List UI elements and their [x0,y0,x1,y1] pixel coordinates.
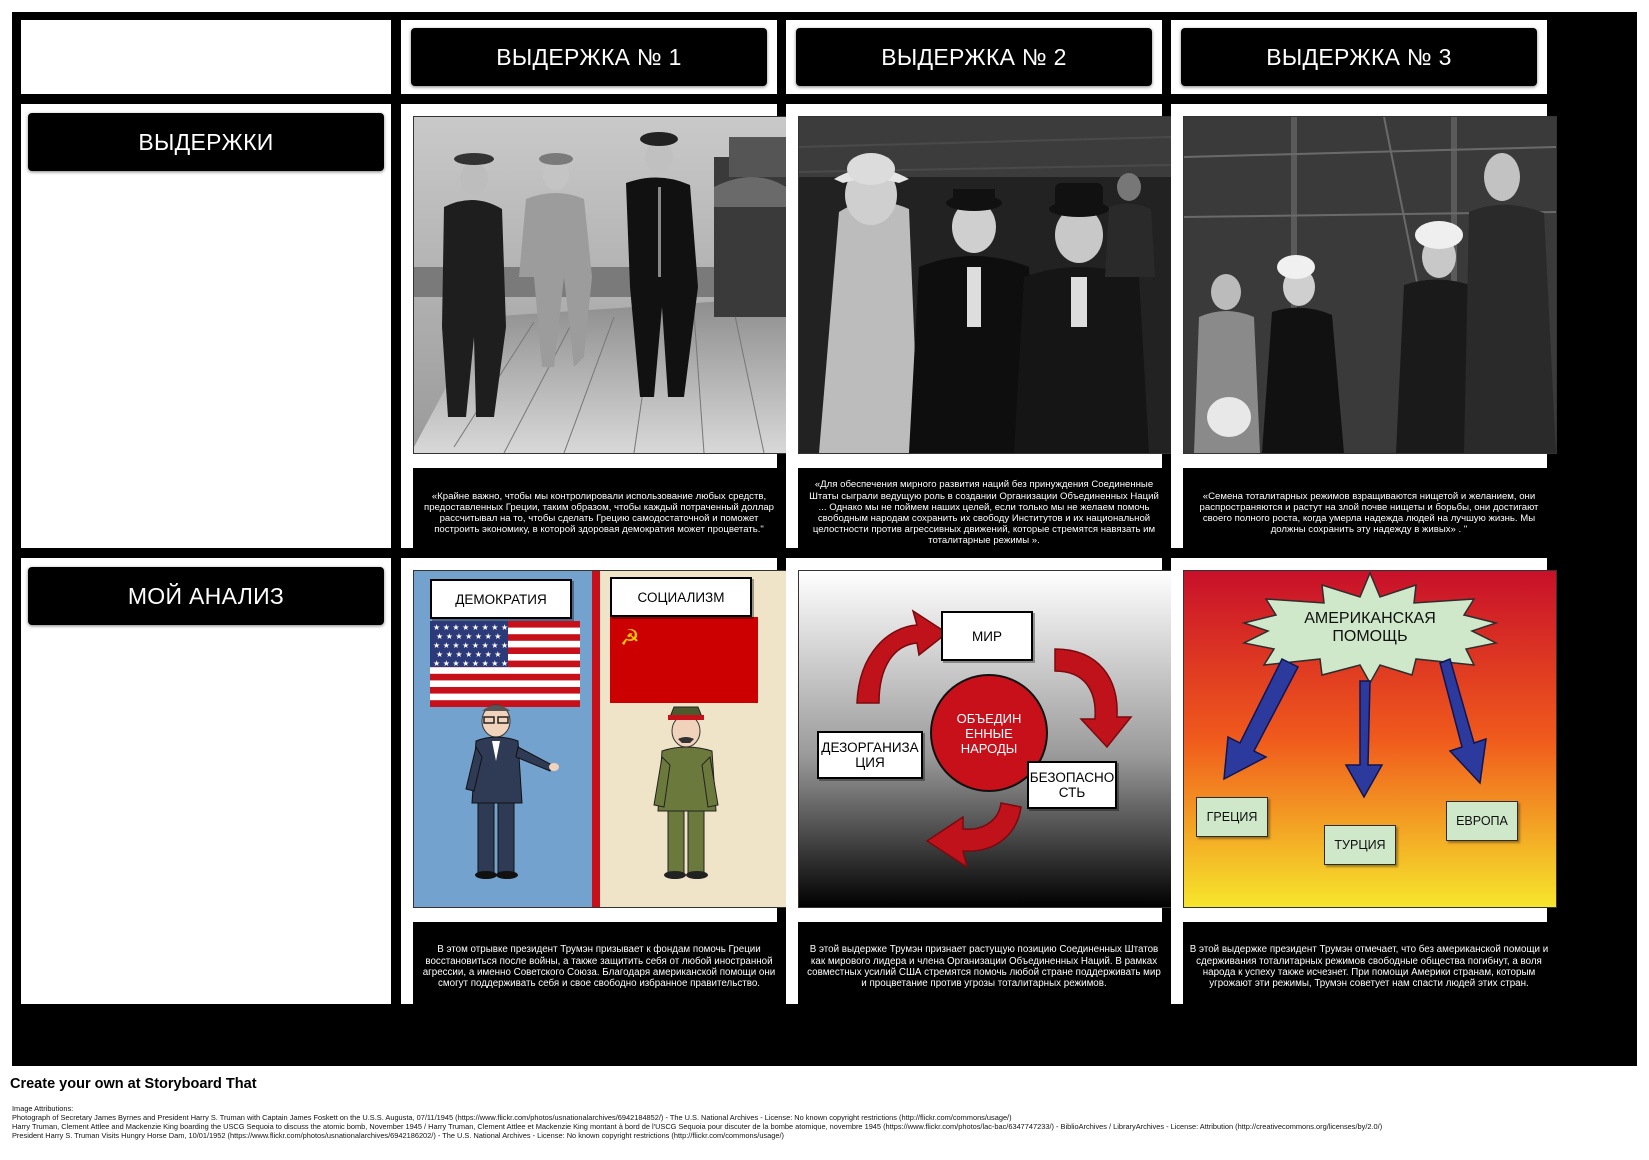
socialism-label: СОЦИАЛИЗМ [610,577,752,617]
soviet-flag-icon: ☭ [610,617,758,703]
header-cell-1: ВЫДЕРЖКА № 1 [401,20,777,94]
scene-democracy-socialism-art: ★ ★ ★ ★ ★ ★ ★ ★ ★ ★ ★ ★ ★ ★ ★ ★ ★ ★ ★ ★ … [414,571,786,907]
header-title-3: ВЫДЕРЖКА № 3 [1181,28,1537,86]
header-title-2: ВЫДЕРЖКА № 2 [796,28,1152,86]
photo-truman-deck-image [414,117,786,453]
analysis-cell-3: АМЕРИКАНСКАЯ ПОМОЩЬ ГРЕЦИЯ ТУРЦИЯ ЕВРОПА… [1171,558,1557,1012]
excerpt-cell-3: «Семена тоталитарных режимов взращиваютс… [1171,104,1557,558]
scene-democracy-socialism: ★ ★ ★ ★ ★ ★ ★ ★ ★ ★ ★ ★ ★ ★ ★ ★ ★ ★ ★ ★ … [413,570,787,908]
corner-cell [21,20,391,94]
svg-text:★ ★ ★ ★ ★ ★ ★ ★: ★ ★ ★ ★ ★ ★ ★ ★ [433,641,508,650]
scene-un-cycle: МИР ОБЪЕДИН ЕННЫЕ НАРОДЫ ДЕЗОРГАНИЗА ЦИЯ… [798,570,1172,908]
analysis-cell-1: ★ ★ ★ ★ ★ ★ ★ ★ ★ ★ ★ ★ ★ ★ ★ ★ ★ ★ ★ ★ … [401,558,787,1012]
analysis-text-1: В этом отрывке президент Трумэн призывае… [413,922,785,1012]
svg-text:★ ★ ★ ★ ★ ★ ★ ★: ★ ★ ★ ★ ★ ★ ★ ★ [433,623,508,632]
country-europe-label: ЕВРОПА [1446,801,1518,841]
attribution-line-3: President Harry S. Truman Visits Hungry … [12,1131,784,1140]
storyboard-grid: ВЫДЕРЖКА № 1 ВЫДЕРЖКА № 2 ВЫДЕРЖКА № 3 В… [12,12,1637,1066]
excerpt-cell-1: «Крайне важно, чтобы мы контролировали и… [401,104,787,558]
country-turkey-label: ТУРЦИЯ [1324,825,1396,865]
photo-hungry-horse-dam-image [1184,117,1556,453]
analysis-cell-2: МИР ОБЪЕДИН ЕННЫЕ НАРОДЫ ДЕЗОРГАНИЗА ЦИЯ… [786,558,1172,1012]
header-title-1: ВЫДЕРЖКА № 1 [411,28,767,86]
row-title-1: ВЫДЕРЖКИ [28,113,384,171]
photo-hungry-horse-dam [1183,116,1557,454]
security-label: БЕЗОПАСНО СТЬ [1027,761,1117,809]
disorganization-label: ДЕЗОРГАНИЗА ЦИЯ [817,731,923,779]
democracy-label: ДЕМОКРАТИЯ [430,579,572,619]
analysis-text-3: В этой выдержке президент Трумэн отмечае… [1183,922,1555,1012]
header-cell-2: ВЫДЕРЖКА № 2 [786,20,1162,94]
row-label-cell-1: ВЫДЕРЖКИ [21,104,391,548]
excerpt-text-2: «Для обеспечения мирного развития наций … [798,468,1170,558]
create-your-own-link[interactable]: Create your own at Storyboard That [10,1076,257,1092]
excerpt-cell-2: «Для обеспечения мирного развития наций … [786,104,1172,558]
row-title-2: МОЙ АНАЛИЗ [28,567,384,625]
row-label-cell-2: МОЙ АНАЛИЗ [21,558,391,1004]
peace-label: МИР [941,611,1033,661]
svg-text:☭: ☭ [620,626,640,651]
analysis-text-2: В этой выдержке Трумэн признает растущую… [798,922,1170,1012]
country-greece-label: ГРЕЦИЯ [1196,797,1268,837]
excerpt-text-1: «Крайне важно, чтобы мы контролировали и… [413,468,785,558]
excerpt-text-3: «Семена тоталитарных режимов взращиваютс… [1183,468,1555,558]
attribution-line-1: Photograph of Secretary James Byrnes and… [12,1113,1012,1122]
image-attributions: Image Attributions: Photograph of Secret… [12,1104,1382,1140]
scene-american-aid: АМЕРИКАНСКАЯ ПОМОЩЬ ГРЕЦИЯ ТУРЦИЯ ЕВРОПА [1183,570,1557,908]
svg-text:★ ★ ★ ★ ★ ★ ★ ★: ★ ★ ★ ★ ★ ★ ★ ★ [433,659,508,668]
photo-truman-deck [413,116,787,454]
attribution-title: Image Attributions: [12,1104,74,1113]
photo-truman-attlee-king [798,116,1172,454]
header-cell-3: ВЫДЕРЖКА № 3 [1171,20,1547,94]
us-flag-icon: ★ ★ ★ ★ ★ ★ ★ ★ ★ ★ ★ ★ ★ ★ ★ ★ ★ ★ ★ ★ … [430,621,580,707]
svg-text:★ ★ ★ ★ ★ ★ ★: ★ ★ ★ ★ ★ ★ ★ [436,650,501,659]
united-nations-label: ОБЪЕДИН ЕННЫЕ НАРОДЫ [956,710,1022,756]
attribution-line-2: Harry Truman, Clement Attlee and Mackenz… [12,1122,1383,1131]
svg-text:★ ★ ★ ★ ★ ★ ★: ★ ★ ★ ★ ★ ★ ★ [436,632,501,641]
american-aid-label: АМЕРИКАНСКАЯ ПОМОЩЬ [1304,610,1436,645]
photo-truman-attlee-king-image [799,117,1171,453]
